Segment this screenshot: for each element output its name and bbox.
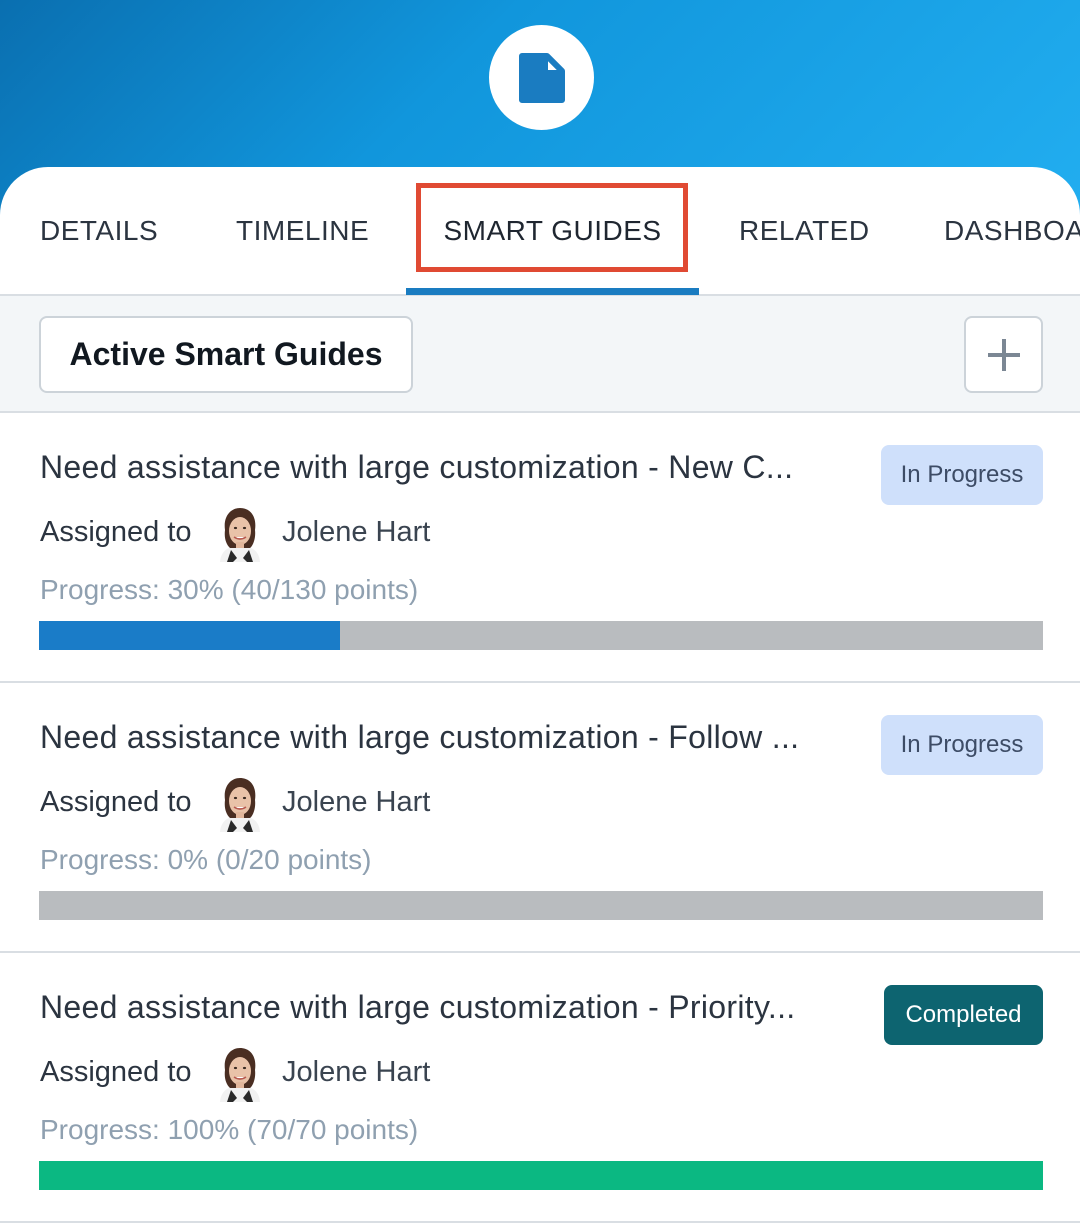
tab-dashboard[interactable]: DASHBOA	[944, 167, 1080, 294]
status-badge: In Progress	[881, 445, 1043, 505]
filter-button[interactable]: Active Smart Guides	[39, 316, 413, 393]
progress-bar-fill	[39, 1161, 1043, 1190]
assignee-name: Jolene Hart	[282, 516, 431, 548]
progress-bar-fill	[39, 621, 341, 650]
guides-toolbar: Active Smart Guides	[0, 296, 1080, 413]
avatar	[217, 776, 263, 832]
progress-bar	[39, 1161, 1043, 1190]
guide-item[interactable]: Need assistance with large customization…	[0, 953, 1080, 1223]
avatar	[217, 506, 263, 562]
progress-bar	[39, 891, 1043, 920]
progress-bar	[39, 621, 1043, 650]
tab-timeline[interactable]: TIMELINE	[236, 167, 369, 294]
assigned-label: Assigned to	[40, 786, 192, 818]
highlight-annotation	[416, 183, 688, 272]
tab-details[interactable]: DETAILS	[40, 167, 158, 294]
assignee-name: Jolene Hart	[282, 786, 431, 818]
add-guide-button[interactable]	[964, 316, 1043, 393]
guide-item[interactable]: Need assistance with large customization…	[0, 683, 1080, 953]
tab-related[interactable]: RELATED	[739, 167, 870, 294]
assigned-label: Assigned to	[40, 516, 192, 548]
record-panel: DETAILS TIMELINE SMART GUIDES RELATED DA…	[0, 167, 1080, 1229]
progress-text: Progress: 30% (40/130 points)	[40, 574, 419, 605]
guide-title: Need assistance with large customization…	[40, 989, 796, 1025]
status-badge: In Progress	[881, 715, 1043, 775]
guide-item[interactable]: Need assistance with large customization…	[0, 413, 1080, 683]
progress-text: Progress: 0% (0/20 points)	[40, 844, 372, 875]
active-tab-indicator	[406, 288, 699, 295]
assignee-name: Jolene Hart	[282, 1056, 431, 1088]
guide-title: Need assistance with large customization…	[40, 449, 794, 485]
plus-icon	[987, 338, 1020, 371]
avatar	[217, 1046, 263, 1102]
assigned-label: Assigned to	[40, 1056, 192, 1088]
progress-text: Progress: 100% (70/70 points)	[40, 1114, 419, 1145]
guide-title: Need assistance with large customization…	[40, 719, 800, 755]
record-type-badge	[489, 25, 594, 130]
tab-bar: DETAILS TIMELINE SMART GUIDES RELATED DA…	[0, 167, 1080, 296]
document-icon	[518, 52, 565, 103]
status-badge: Completed	[884, 985, 1043, 1045]
